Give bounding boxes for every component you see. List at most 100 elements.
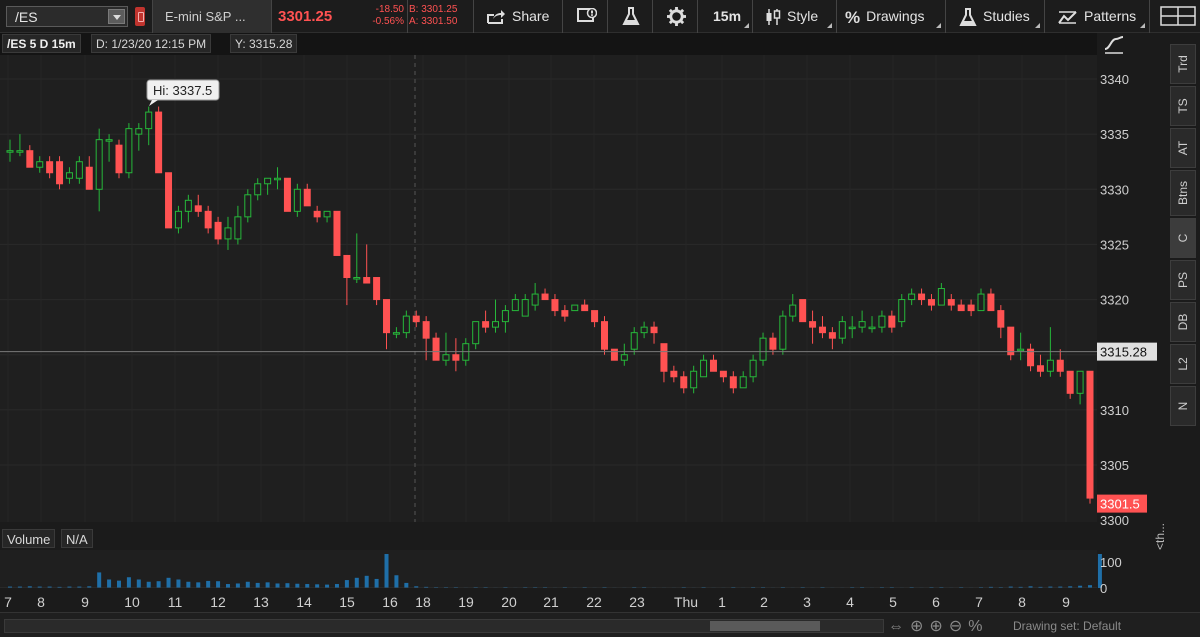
time-tick-label: 11	[168, 594, 183, 610]
time-axis: 7 8 9 10 11 12 13 14 15 16 18 19 20 21 22 23 Thu 1 2 3 4 5 6 7 8…	[0, 588, 1097, 610]
timeframe-button[interactable]: 15m	[713, 0, 741, 33]
volume-bar	[285, 583, 290, 588]
thinkscript-label: <th...	[1153, 522, 1167, 550]
percent-icon[interactable]: %	[968, 618, 988, 635]
candle-body	[65, 172, 73, 179]
volume-bar	[166, 577, 171, 588]
tab-at[interactable]: AT	[1170, 128, 1196, 168]
tab-trd[interactable]: Trd	[1170, 44, 1196, 84]
net-change: -18.50 -0.56%	[360, 0, 404, 33]
style-label: Style	[787, 8, 819, 24]
volume-bar	[176, 579, 181, 588]
candle-body	[908, 293, 916, 301]
pattern-icon	[1058, 11, 1077, 24]
candle-body	[363, 277, 371, 284]
last-price-label: 3301.5	[1100, 497, 1140, 512]
tab-btns[interactable]: Btns	[1170, 170, 1196, 216]
candle-body	[749, 359, 757, 378]
candle-body	[779, 315, 787, 350]
price-pane-background	[0, 55, 1097, 522]
candle-body	[709, 359, 717, 372]
candle-body	[719, 370, 727, 378]
zoom-out-icon[interactable]: ⊖	[949, 618, 968, 635]
candle-body	[254, 183, 262, 196]
studies-button[interactable]: Studies	[959, 0, 1030, 33]
volume-axis-0: 0	[1100, 581, 1107, 596]
price-tick-label: 3335	[1100, 127, 1129, 142]
bottom-bar: ⇔⊕⊕⊖% Drawing set: Default	[0, 612, 1200, 637]
candle-body	[591, 310, 599, 323]
candle-body	[26, 150, 34, 168]
time-tick-label: 6	[932, 594, 940, 610]
zoom-in-icon[interactable]: ⊕	[929, 618, 948, 635]
divider	[562, 0, 563, 33]
volume-bar	[374, 578, 379, 588]
time-tick-label: 2	[760, 594, 768, 610]
link-icon[interactable]	[135, 7, 145, 26]
time-tick-label: 12	[210, 594, 226, 610]
scrollbar-thumb[interactable]	[710, 621, 820, 631]
candle-body	[898, 299, 906, 323]
candle-body	[828, 332, 836, 339]
candle-body	[36, 161, 44, 168]
cursor-date: D: 1/23/20 12:15 PM	[91, 34, 212, 53]
candle-body	[274, 177, 282, 181]
gear-icon[interactable]	[667, 7, 686, 26]
candle-body	[174, 210, 182, 229]
time-tick-label: 22	[586, 594, 602, 610]
volume-axis-100: 100	[1100, 555, 1122, 570]
top-toolbar: /ES E-mini S&P ... 3301.25 -18.50 -0.56%…	[0, 0, 1200, 33]
candle-body	[967, 304, 975, 312]
horizontal-scrollbar[interactable]	[4, 619, 884, 633]
candle-body	[105, 139, 113, 142]
divider	[752, 0, 753, 33]
tab-ps[interactable]: PS	[1170, 260, 1196, 300]
share-button[interactable]: Share	[486, 0, 549, 33]
candle-body	[838, 321, 846, 339]
candle-body	[610, 348, 618, 361]
symbol-selector[interactable]: /ES	[6, 6, 128, 27]
volume-bar	[394, 575, 399, 588]
tab-c[interactable]: C	[1170, 218, 1196, 258]
divider	[652, 0, 653, 33]
time-tick-label: 21	[543, 594, 559, 610]
tab-ts[interactable]: TS	[1170, 86, 1196, 126]
candle-body	[6, 150, 14, 153]
candle-body	[472, 321, 480, 345]
price-tick-label: 3320	[1100, 293, 1129, 308]
cursor-price-label: 3315.28	[1100, 345, 1147, 360]
message-icon[interactable]	[577, 8, 597, 25]
tab-l2[interactable]: L2	[1170, 344, 1196, 384]
tab-n[interactable]: N	[1170, 386, 1196, 426]
time-tick-label: 20	[501, 594, 517, 610]
tab-db[interactable]: DB	[1170, 302, 1196, 342]
price-chart[interactable]: 334033353330332533203315331033053300 331…	[0, 33, 1170, 612]
patterns-button[interactable]: Patterns	[1058, 0, 1136, 33]
volume-value: N/A	[61, 529, 93, 548]
style-button[interactable]: Style	[765, 0, 818, 33]
bid-ask: B: 3301.25 A: 3301.50	[409, 0, 469, 33]
time-tick-label: Thu	[674, 594, 698, 610]
symbol-text[interactable]: /ES	[15, 9, 38, 25]
candle-body	[918, 293, 926, 301]
grid-layout-icon[interactable]	[1160, 6, 1196, 26]
candle-body	[313, 210, 321, 218]
style-settings-icon[interactable]	[1103, 35, 1125, 55]
candle-body	[729, 376, 737, 389]
candle-body	[640, 326, 648, 334]
candle-body	[571, 304, 579, 312]
candlestick-icon	[766, 9, 781, 26]
dropdown-triangle-icon	[744, 23, 749, 28]
crosshair-icon[interactable]: ⊕	[910, 618, 929, 635]
studies-label: Studies	[983, 8, 1030, 24]
side-tabs: Trd TS AT Btns C PS DB L2 N	[1170, 44, 1198, 426]
percent-change-value: -0.56%	[372, 16, 404, 27]
pan-arrows-icon[interactable]: ⇔	[888, 618, 910, 635]
chevron-down-icon[interactable]	[108, 9, 125, 24]
drawings-button[interactable]: % Drawings	[845, 0, 924, 33]
divider	[1149, 0, 1150, 33]
candle-body	[432, 337, 440, 361]
candle-body	[551, 299, 559, 312]
bid-value: B: 3301.25	[409, 4, 458, 15]
flask-icon[interactable]	[622, 7, 640, 26]
